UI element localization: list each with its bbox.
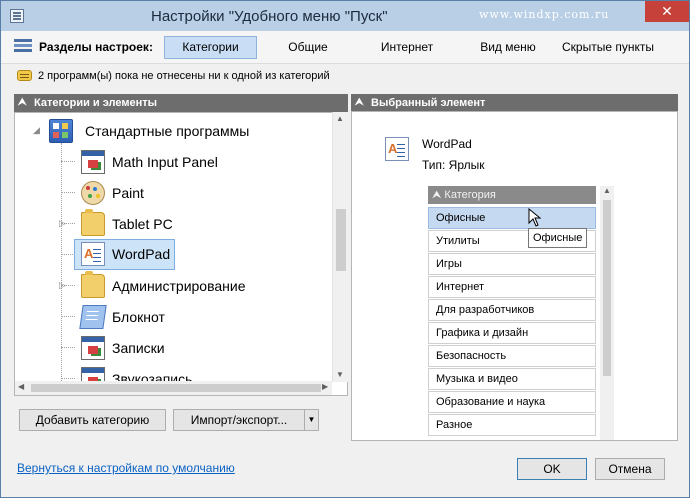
reset-defaults-link[interactable]: Вернуться к настройкам по умолчанию bbox=[17, 461, 235, 475]
cancel-button[interactable]: Отмена bbox=[595, 458, 665, 480]
selected-item-type: Тип: Ярлык bbox=[422, 158, 485, 172]
category-item-developers[interactable]: Для разработчиков bbox=[428, 299, 596, 321]
scroll-thumb[interactable] bbox=[336, 209, 346, 271]
scroll-thumb[interactable] bbox=[31, 384, 321, 392]
right-panel-title: Выбранный элемент bbox=[371, 97, 486, 109]
category-item-misc[interactable]: Разное bbox=[428, 414, 596, 436]
title-bar: Настройки "Удобного меню "Пуск" www.wind… bbox=[1, 1, 689, 31]
settings-sections-toolbar: Разделы настроек: Категории Общие Интерн… bbox=[1, 31, 689, 64]
tree-item-administration[interactable]: ▷ Администрирование bbox=[15, 271, 333, 301]
category-item-office[interactable]: Офисные bbox=[428, 207, 596, 229]
settings-window: Настройки "Удобного меню "Пуск" www.wind… bbox=[0, 0, 690, 498]
category-item-education[interactable]: Образование и наука bbox=[428, 391, 596, 413]
category-tooltip: Офисные bbox=[528, 228, 588, 248]
scroll-up-icon[interactable]: ▲ bbox=[603, 186, 611, 195]
tree-item-label: Стандартные программы bbox=[85, 123, 250, 139]
settings-sections-icon bbox=[14, 38, 32, 54]
scroll-left-icon[interactable]: ◀ bbox=[18, 382, 24, 391]
tree-item-paint[interactable]: Paint bbox=[15, 178, 333, 208]
mouse-pointer-icon bbox=[528, 208, 542, 227]
left-panel-title: Категории и элементы bbox=[34, 97, 158, 109]
folder-icon bbox=[81, 271, 105, 298]
tree-item-label: Записки bbox=[112, 340, 165, 356]
tree-item-label: Блокнот bbox=[112, 309, 165, 325]
tree-item-sticky-notes[interactable]: Записки bbox=[15, 333, 333, 363]
window-title: Настройки "Удобного меню "Пуск" bbox=[151, 8, 388, 25]
watermark-text: www.windxp.com.ru bbox=[479, 8, 610, 21]
tab-hidden-items[interactable]: Скрытые пункты bbox=[556, 36, 660, 59]
tab-menu-view[interactable]: Вид меню bbox=[468, 36, 548, 59]
tree-item-label: Math Input Panel bbox=[112, 154, 218, 170]
category-item-music-video[interactable]: Музыка и видео bbox=[428, 368, 596, 390]
selected-item-name: WordPad bbox=[422, 137, 472, 151]
category-scrollbar[interactable]: ▲ bbox=[600, 186, 614, 440]
programs-grid-icon bbox=[49, 119, 73, 143]
tree-item-notepad[interactable]: Блокнот bbox=[15, 302, 333, 332]
tree-item-standard-programs[interactable]: ◢ Стандартные программы bbox=[15, 116, 333, 146]
tree-item-label: Tablet PC bbox=[112, 216, 173, 232]
scroll-up-icon[interactable]: ▲ bbox=[336, 114, 344, 123]
settings-list-icon bbox=[10, 9, 24, 23]
collapsed-arrow-icon[interactable]: ▷ bbox=[59, 280, 66, 291]
tree-item-label: Paint bbox=[112, 185, 144, 201]
import-export-label: Импорт/экспорт... bbox=[190, 413, 288, 427]
window-icon bbox=[81, 336, 105, 360]
collapse-chevron-icon[interactable]: ⮝ bbox=[432, 189, 444, 201]
tab-internet[interactable]: Интернет bbox=[364, 36, 450, 59]
import-export-button[interactable]: Импорт/экспорт... ▼ bbox=[173, 409, 319, 431]
palette-icon bbox=[81, 181, 105, 205]
tree-item-math-input-panel[interactable]: Math Input Panel bbox=[15, 147, 333, 177]
collapsed-arrow-icon[interactable]: ▷ bbox=[59, 218, 66, 229]
expanded-arrow-icon[interactable]: ◢ bbox=[33, 125, 40, 136]
dropdown-arrow-icon[interactable]: ▼ bbox=[304, 410, 318, 430]
category-tree[interactable]: ◢ Стандартные программы Math Input Panel… bbox=[14, 112, 348, 396]
collapse-chevron-icon[interactable]: ⮝ bbox=[355, 94, 364, 112]
folder-icon bbox=[81, 209, 105, 236]
category-item-internet[interactable]: Интернет bbox=[428, 276, 596, 298]
category-header-label: Категория bbox=[444, 189, 496, 201]
uncategorized-info: 2 программ(ы) пока не отнесены ни к одно… bbox=[38, 70, 330, 82]
right-panel-header[interactable]: ⮝ Выбранный элемент bbox=[351, 94, 678, 112]
add-category-button[interactable]: Добавить категорию bbox=[19, 409, 166, 431]
tree-item-tablet-pc[interactable]: ▷ Tablet PC bbox=[15, 209, 333, 239]
tree-item-label: WordPad bbox=[112, 246, 171, 262]
tab-categories[interactable]: Категории bbox=[164, 36, 257, 59]
category-item-graphics[interactable]: Графика и дизайн bbox=[428, 322, 596, 344]
tree-vertical-scrollbar[interactable]: ▲ ▼ bbox=[332, 112, 348, 382]
tab-general[interactable]: Общие bbox=[267, 36, 349, 59]
wordpad-icon bbox=[81, 242, 105, 266]
close-button[interactable]: ✕ bbox=[645, 1, 689, 22]
notepad-icon bbox=[79, 305, 107, 329]
category-item-security[interactable]: Безопасность bbox=[428, 345, 596, 367]
ok-button[interactable]: OK bbox=[517, 458, 587, 480]
sections-label: Разделы настроек: bbox=[39, 40, 153, 54]
scroll-thumb[interactable] bbox=[603, 200, 611, 376]
message-icon bbox=[17, 70, 32, 81]
tree-item-wordpad[interactable]: WordPad bbox=[15, 239, 333, 270]
tree-item-label: Администрирование bbox=[112, 278, 246, 294]
category-list-header[interactable]: ⮝ Категория bbox=[428, 186, 596, 204]
category-item-games[interactable]: Игры bbox=[428, 253, 596, 275]
scroll-down-icon[interactable]: ▼ bbox=[336, 370, 344, 379]
selected-item-panel: WordPad Тип: Ярлык ⮝ Категория Офисные У… bbox=[351, 111, 678, 441]
wordpad-icon bbox=[385, 137, 409, 161]
left-panel-header[interactable]: ⮝ Категории и элементы bbox=[14, 94, 348, 112]
tree-horizontal-scrollbar[interactable]: ◀ ▶ bbox=[15, 381, 332, 395]
window-icon bbox=[81, 150, 105, 174]
collapse-chevron-icon[interactable]: ⮝ bbox=[18, 94, 27, 112]
scroll-right-icon[interactable]: ▶ bbox=[322, 382, 328, 391]
info-bar: 2 программ(ы) пока не отнесены ни к одно… bbox=[1, 67, 689, 87]
